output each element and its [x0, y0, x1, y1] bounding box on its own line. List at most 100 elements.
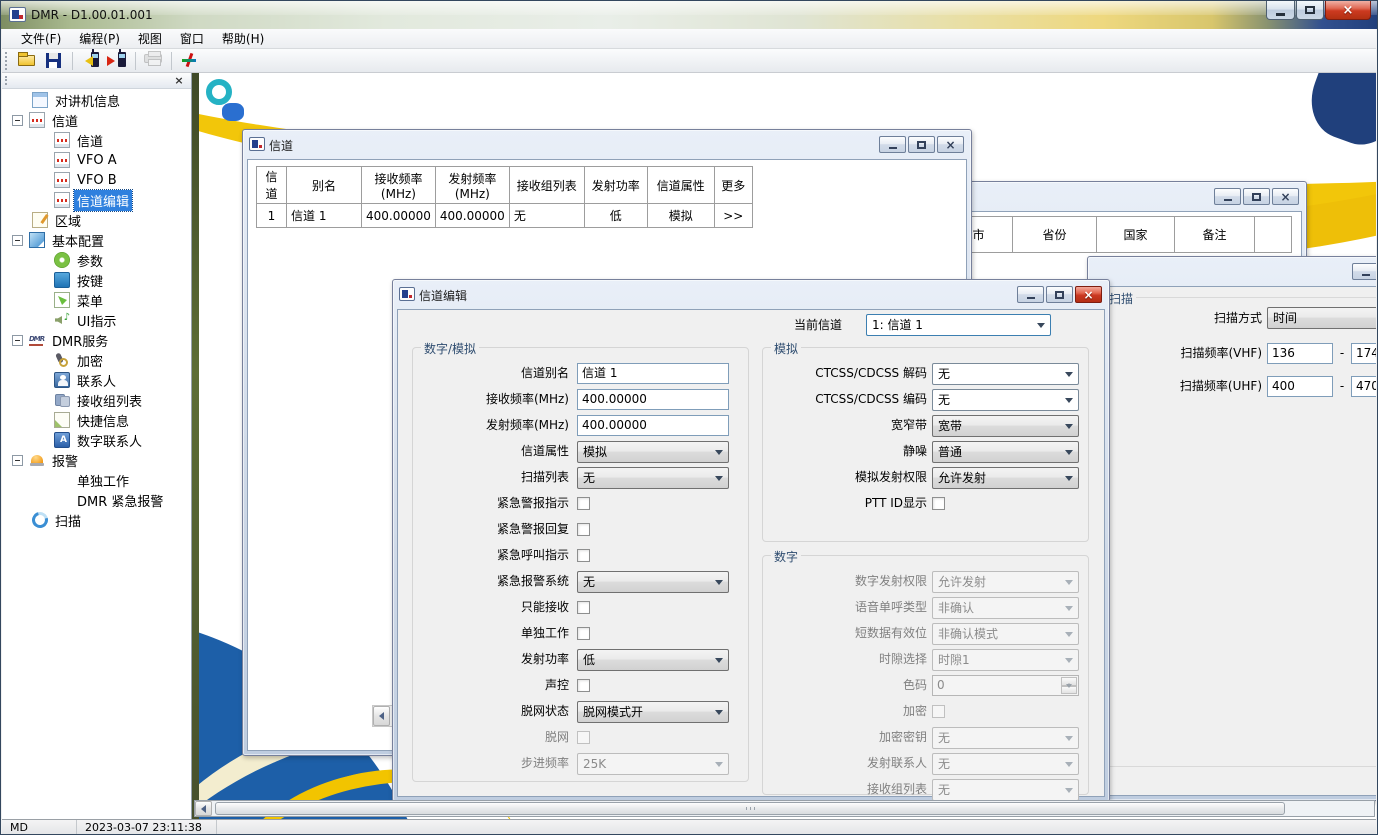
channel-column-header[interactable]: 信道属性 — [647, 167, 714, 204]
lone-worker-checkbox[interactable] — [577, 627, 590, 640]
contact-column-header[interactable]: 国家 — [1097, 217, 1175, 253]
write-to-radio-button[interactable] — [105, 50, 130, 71]
sidebar-item-channel-group[interactable]: 信道 — [2, 110, 191, 130]
sidebar-item-menu[interactable]: 菜单 — [2, 290, 191, 310]
rx-frequency-field[interactable]: 400.00000 — [577, 389, 729, 410]
sidebar-item-encrypt[interactable]: 加密 — [2, 350, 191, 370]
channel-edit-titlebar[interactable]: 信道编辑 × — [397, 283, 1105, 307]
scroll-left-icon[interactable] — [373, 706, 390, 726]
contact-column-header[interactable]: 备注 — [1175, 217, 1255, 253]
channel-cell[interactable]: 低 — [584, 204, 647, 228]
sidebar-item-ui-indication[interactable]: UI指示 — [2, 310, 191, 330]
channel-column-header[interactable]: 别名 — [287, 167, 362, 204]
menu-view[interactable]: 视图 — [129, 28, 171, 49]
menu-program[interactable]: 编程(P) — [70, 28, 129, 49]
channel-column-header[interactable]: 接收组列表 — [509, 167, 584, 204]
connect-radio-button[interactable] — [177, 50, 202, 71]
sidebar-item-channel-edit[interactable]: 信道编辑 — [2, 190, 191, 210]
scan-uhf-to-field[interactable]: 470 — [1351, 376, 1376, 397]
panel-grip-icon[interactable] — [5, 76, 8, 85]
panel-close-icon[interactable]: × — [172, 74, 186, 87]
sidebar-item-vfo-a[interactable]: VFO A — [2, 150, 191, 170]
ptt-id-display-checkbox[interactable] — [932, 497, 945, 510]
sidebar-item-buttons[interactable]: 按键 — [2, 270, 191, 290]
scan-minimize-button[interactable] — [1352, 263, 1376, 280]
channel-close-button[interactable]: × — [937, 136, 964, 153]
sidebar-item-basic-config[interactable]: 基本配置 — [2, 230, 191, 250]
scan-mode-combobox[interactable]: 时间 — [1267, 307, 1376, 329]
current-channel-combobox[interactable]: 1: 信道 1 — [866, 314, 1051, 336]
channel-column-header[interactable]: 更多 — [714, 167, 752, 204]
contact-maximize-button[interactable] — [1243, 188, 1270, 205]
ctcss-decode-combobox[interactable]: 无 — [932, 363, 1079, 385]
channel-window-titlebar[interactable]: 信道 × — [247, 133, 967, 157]
collapse-icon[interactable] — [12, 335, 23, 346]
sidebar-item-alarm[interactable]: 报警 — [2, 450, 191, 470]
sidebar-item-dmr-emergency[interactable]: DMR 紧急报警 — [2, 490, 191, 510]
sidebar-item-vfo-b[interactable]: VFO B — [2, 170, 191, 190]
close-button[interactable]: × — [1325, 1, 1371, 20]
channel-column-header[interactable]: 发射频率(MHz) — [435, 167, 509, 204]
scan-vhf-from-field[interactable]: 136 — [1267, 343, 1333, 364]
collapse-icon[interactable] — [12, 115, 23, 126]
channel-column-header[interactable]: 信道 — [257, 167, 287, 204]
read-from-radio-button[interactable] — [78, 50, 103, 71]
open-file-button[interactable] — [15, 50, 40, 71]
channel-cell[interactable]: >> — [714, 204, 752, 228]
rx-only-checkbox[interactable] — [577, 601, 590, 614]
emergency-alarm-indication-checkbox[interactable] — [577, 497, 590, 510]
edit-close-button[interactable]: × — [1075, 286, 1102, 303]
minimize-button[interactable] — [1266, 1, 1295, 20]
channel-cell[interactable]: 模拟 — [647, 204, 714, 228]
emergency-alarm-system-combobox[interactable]: 无 — [577, 571, 729, 593]
sidebar-item-parameters[interactable]: 参数 — [2, 250, 191, 270]
collapse-icon[interactable] — [12, 235, 23, 246]
tx-power-combobox[interactable]: 低 — [577, 649, 729, 671]
channel-column-header[interactable]: 接收频率(MHz) — [362, 167, 436, 204]
sidebar-item-rx-group-list[interactable]: 接收组列表 — [2, 390, 191, 410]
squelch-combobox[interactable]: 普通 — [932, 441, 1079, 463]
channel-maximize-button[interactable] — [908, 136, 935, 153]
mdi-hscrollbar-thumb[interactable] — [215, 802, 1285, 815]
edit-minimize-button[interactable] — [1017, 286, 1044, 303]
channel-cell[interactable]: 400.00000 — [435, 204, 509, 228]
sidebar-item-radio-info[interactable]: 对讲机信息 — [2, 90, 191, 110]
sidebar-item-quick-message[interactable]: 快捷信息 — [2, 410, 191, 430]
save-file-button[interactable] — [42, 50, 67, 71]
vox-checkbox[interactable] — [577, 679, 590, 692]
tx-frequency-field[interactable]: 400.00000 — [577, 415, 729, 436]
scroll-left-icon[interactable] — [195, 801, 212, 816]
scan-window-titlebar[interactable]: × — [1092, 260, 1376, 284]
scan-uhf-from-field[interactable]: 400 — [1267, 376, 1333, 397]
menu-window[interactable]: 窗口 — [171, 28, 213, 49]
mdi-hscrollbar[interactable] — [194, 800, 1375, 817]
sidebar-item-contacts[interactable]: 联系人 — [2, 370, 191, 390]
bandwidth-combobox[interactable]: 宽带 — [932, 415, 1079, 437]
channel-cell[interactable]: 400.00000 — [362, 204, 436, 228]
contact-column-header[interactable]: 省份 — [1013, 217, 1097, 253]
emergency-call-indication-checkbox[interactable] — [577, 549, 590, 562]
channel-cell[interactable]: 信道 1 — [287, 204, 362, 228]
channel-cell[interactable]: 1 — [257, 204, 287, 228]
sidebar-item-dmr-service[interactable]: DMR服务 — [2, 330, 191, 350]
edit-maximize-button[interactable] — [1046, 286, 1073, 303]
sidebar-item-zone[interactable]: 区域 — [2, 210, 191, 230]
scan-vhf-to-field[interactable]: 174 — [1351, 343, 1376, 364]
channel-cell[interactable]: 无 — [509, 204, 584, 228]
off-network-status-combobox[interactable]: 脱网模式开 — [577, 701, 729, 723]
analog-tx-permit-combobox[interactable]: 允许发射 — [932, 467, 1079, 489]
sidebar-item-channel[interactable]: 信道 — [2, 130, 191, 150]
contact-column-header[interactable] — [1255, 217, 1292, 253]
ctcss-encode-combobox[interactable]: 无 — [932, 389, 1079, 411]
menu-file[interactable]: 文件(F) — [12, 28, 70, 49]
menu-help[interactable]: 帮助(H) — [213, 28, 273, 49]
sidebar-item-digital-contacts[interactable]: 数字联系人 — [2, 430, 191, 450]
sidebar-item-scan[interactable]: 扫描 — [2, 510, 191, 530]
contact-close-button[interactable]: × — [1272, 188, 1299, 205]
sidebar-item-lone-work[interactable]: 单独工作 — [2, 470, 191, 490]
emergency-alarm-ack-checkbox[interactable] — [577, 523, 590, 536]
collapse-icon[interactable] — [12, 455, 23, 466]
scan-list-combobox[interactable]: 无 — [577, 467, 729, 489]
channel-alias-field[interactable]: 信道 1 — [577, 363, 729, 384]
maximize-button[interactable] — [1296, 1, 1324, 20]
